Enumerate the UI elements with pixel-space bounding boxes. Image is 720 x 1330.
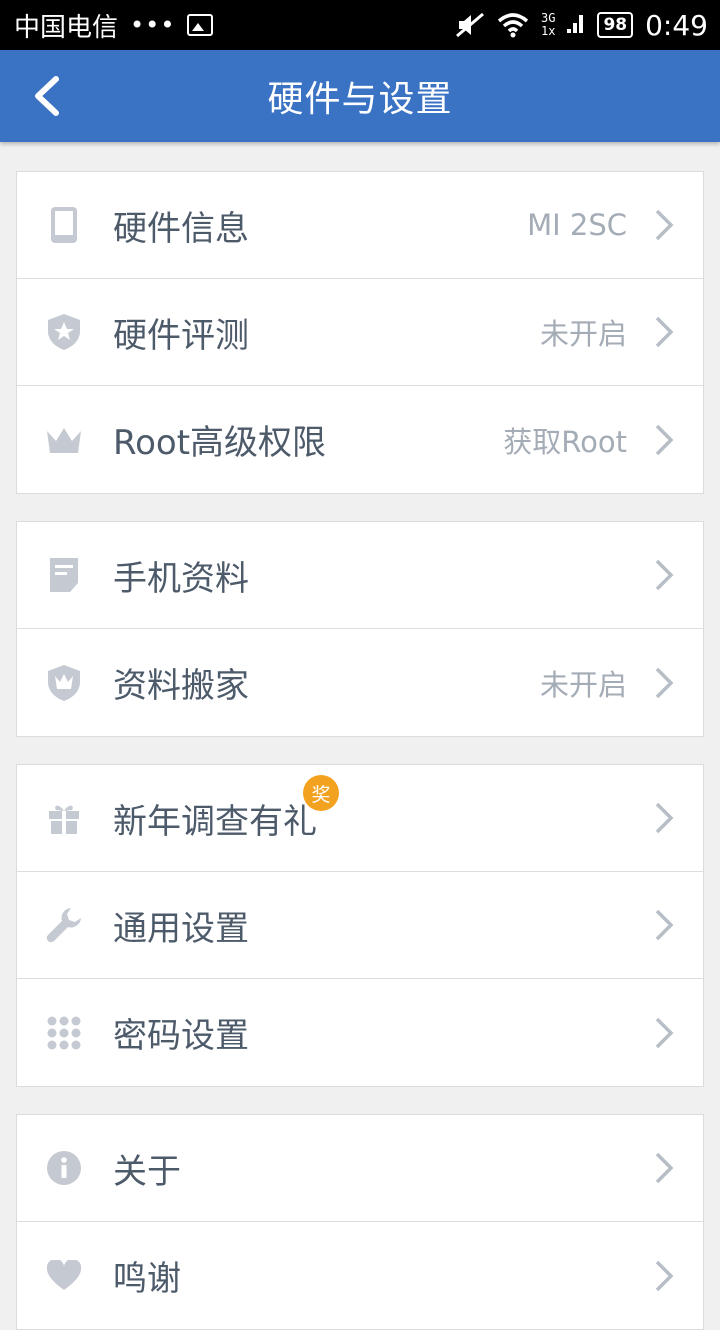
row-password-settings[interactable]: 密码设置 (17, 979, 703, 1086)
row-label: 密码设置 (113, 1016, 249, 1056)
chevron-right-icon (655, 667, 674, 698)
mute-icon (456, 12, 484, 38)
picture-notification-icon (187, 14, 214, 36)
info-icon (45, 1149, 83, 1187)
chevron-right-icon (655, 316, 674, 348)
network-indicator: 3G 1x (541, 12, 555, 38)
row-label: 通用设置 (113, 908, 249, 949)
row-value: 未开启 (539, 317, 627, 351)
wifi-icon (497, 13, 529, 38)
row-about[interactable]: 关于 (17, 1115, 703, 1222)
row-acknowledgements[interactable]: 鸣谢 (17, 1222, 703, 1329)
chevron-left-icon (35, 76, 59, 116)
gift-icon (45, 799, 83, 837)
row-label: 关于 (113, 1151, 181, 1192)
row-hardware-test[interactable]: 硬件评测 未开启 (17, 279, 703, 386)
reward-badge: 奖 (303, 775, 339, 811)
chevron-right-icon (655, 802, 674, 834)
battery-icon: 98 (597, 12, 634, 38)
settings-group-data: 手机资料 资料搬家 未开启 (16, 521, 704, 737)
chevron-right-icon (655, 1260, 674, 1291)
status-bar: 中国电信 ••• 3G 1x 98 0:49 (0, 0, 720, 50)
row-label: 资料搬家 (113, 666, 249, 706)
wrench-icon (45, 906, 83, 944)
row-label: 鸣谢 (113, 1259, 181, 1299)
row-new-year-survey[interactable]: 新年调查有礼 奖 (17, 765, 703, 872)
chevron-right-icon (655, 909, 674, 941)
app-header: 硬件与设置 (0, 50, 720, 142)
chevron-right-icon (655, 424, 674, 455)
row-data-migration[interactable]: 资料搬家 未开启 (17, 629, 703, 736)
settings-group-general: 新年调查有礼 奖 通用设置 密码设置 (16, 764, 704, 1087)
notification-dots: ••• (130, 11, 176, 39)
signal-icon (567, 15, 584, 33)
heart-icon (45, 1257, 83, 1295)
row-value: 获取Root (503, 424, 627, 459)
phone-icon (45, 206, 83, 244)
chevron-right-icon (655, 559, 674, 591)
row-hardware-info[interactable]: 硬件信息 MI 2SC (17, 172, 703, 279)
row-phone-data[interactable]: 手机资料 (17, 522, 703, 629)
row-value: 未开启 (539, 667, 627, 702)
row-label: 手机资料 (113, 558, 249, 599)
carrier-name: 中国电信 (14, 12, 119, 43)
shield-star-icon (45, 313, 83, 351)
row-general-settings[interactable]: 通用设置 (17, 872, 703, 979)
row-label: 硬件评测 (113, 315, 249, 356)
shield-crown-icon (45, 664, 83, 702)
network-type-bottom: 1x (540, 24, 556, 38)
chevron-right-icon (655, 1017, 674, 1048)
chevron-right-icon (655, 209, 674, 241)
settings-group-hardware: 硬件信息 MI 2SC 硬件评测 未开启 Root高级权限 获取Root (16, 171, 704, 494)
row-label: Root高级权限 (113, 423, 327, 463)
row-root-permission[interactable]: Root高级权限 获取Root (17, 386, 703, 493)
page-title: 硬件与设置 (267, 79, 453, 120)
back-button[interactable] (22, 70, 72, 122)
clock: 0:49 (645, 8, 708, 42)
row-label: 新年调查有礼 (113, 801, 317, 842)
crown-icon (45, 421, 83, 459)
settings-group-about: 关于 鸣谢 (16, 1114, 704, 1330)
chevron-right-icon (655, 1152, 674, 1184)
grid-dots-icon (45, 1014, 83, 1052)
document-icon (45, 556, 83, 594)
row-label: 硬件信息 (113, 208, 249, 249)
row-value: MI 2SC (527, 208, 627, 242)
